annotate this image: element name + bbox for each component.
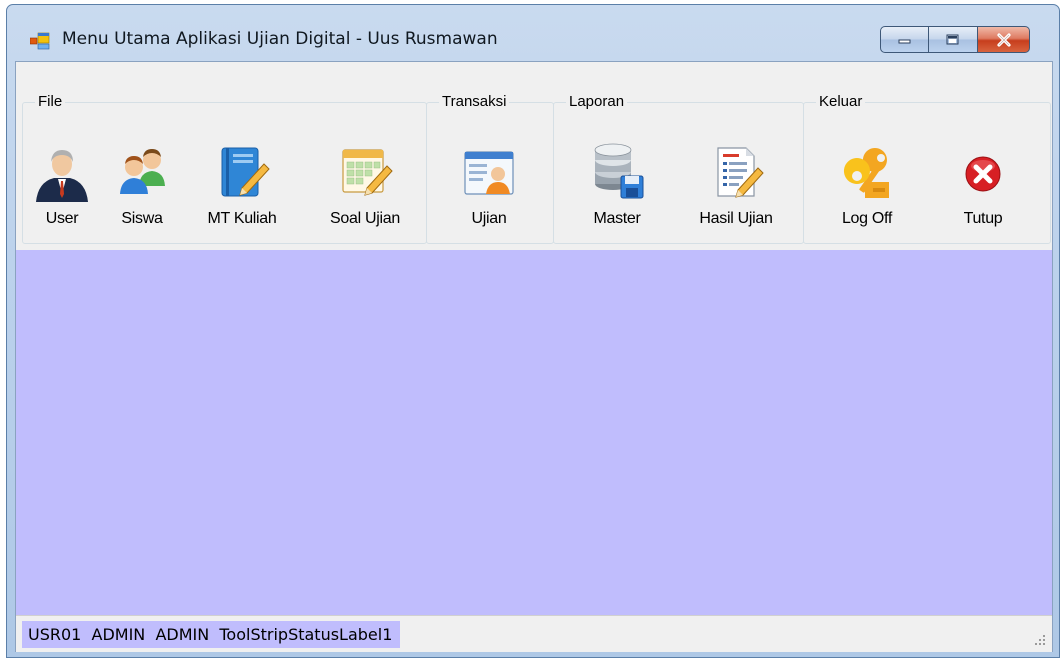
title-bar[interactable]: Menu Utama Aplikasi Ujian Digital - Uus … [7,5,1059,61]
soal-ujian-button[interactable]: Soal Ujian [317,142,413,234]
status-bar: USR01 ADMIN ADMIN ToolStripStatusLabel1 [16,615,1052,652]
keys-icon [837,142,897,202]
log-off-button[interactable]: Log Off [827,142,907,234]
window-controls [880,26,1030,53]
status-label: USR01 ADMIN ADMIN ToolStripStatusLabel1 [22,621,401,648]
maximize-button[interactable] [929,26,978,53]
group-laporan-label: Laporan [566,93,628,110]
notebook-icon [212,142,272,202]
tutup-button[interactable]: Tutup [950,142,1016,234]
minimize-button[interactable] [880,26,929,53]
siswa-label: Siswa [121,210,163,227]
maximize-icon [946,34,959,44]
ujian-label: Ujian [471,210,507,227]
exam-card-icon [459,142,519,202]
ujian-button[interactable]: Ujian [454,142,524,234]
close-icon [996,32,1011,47]
database-save-icon [587,142,647,202]
students-icon [112,142,172,202]
tutup-label: Tutup [963,210,1003,227]
log-off-label: Log Off [841,210,893,227]
master-label: Master [593,210,641,227]
soal-ujian-label: Soal Ujian [330,210,400,227]
resize-grip-icon[interactable] [1034,634,1046,646]
user-label: User [45,210,79,227]
mt-kuliah-button[interactable]: MT Kuliah [194,142,290,234]
siswa-button[interactable]: Siswa [112,142,172,234]
minimize-icon [898,39,910,43]
master-button[interactable]: Master [582,142,652,234]
report-edit-icon [706,142,766,202]
user-button[interactable]: User [29,142,95,234]
window-title: Menu Utama Aplikasi Ujian Digital - Uus … [62,29,498,49]
close-button[interactable] [978,26,1030,53]
calendar-edit-icon [335,142,395,202]
hasil-ujian-button[interactable]: Hasil Ujian [684,142,788,234]
close-circle-icon [953,142,1013,202]
toolbar-area: File Transaksi Laporan Keluar User Siswa… [16,62,1052,250]
group-transaksi-label: Transaksi [439,93,510,110]
group-file-label: File [35,93,66,110]
group-keluar-label: Keluar [816,93,866,110]
main-workspace[interactable] [16,250,1052,615]
user-icon [32,142,92,202]
mt-kuliah-label: MT Kuliah [207,210,277,227]
form-client-area: File Transaksi Laporan Keluar User Siswa… [15,61,1053,652]
app-form-icon [30,32,50,50]
hasil-ujian-label: Hasil Ujian [699,210,773,227]
main-window: Menu Utama Aplikasi Ujian Digital - Uus … [6,4,1060,658]
